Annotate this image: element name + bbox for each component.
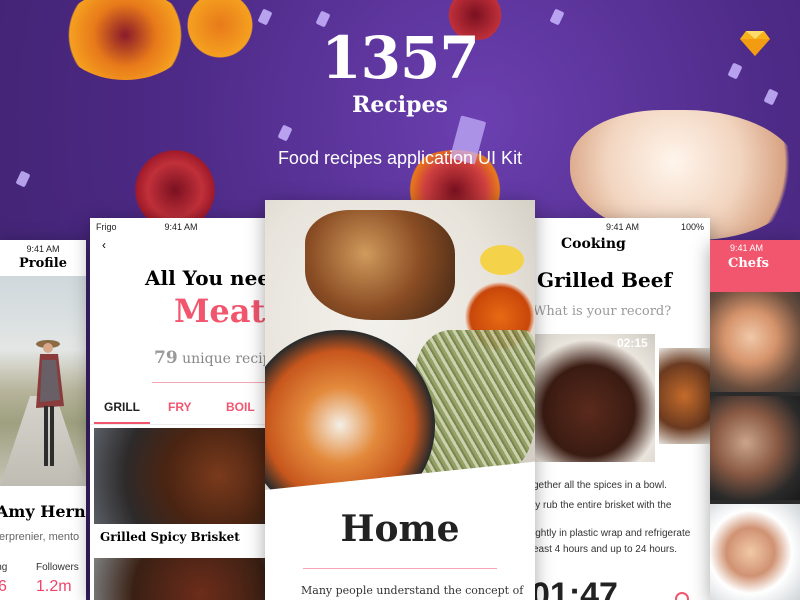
sketch-gem-icon	[740, 31, 770, 56]
followers-count: 1.2m	[36, 578, 72, 595]
back-button[interactable]: ‹	[102, 238, 106, 252]
tab-boil[interactable]: BOIL	[226, 400, 255, 414]
screen-title: Cooking	[561, 236, 626, 252]
dish-image	[535, 334, 655, 462]
status-battery: 100%	[680, 222, 704, 232]
chef-portrait[interactable]	[710, 396, 800, 500]
intro-paragraph: Many people understand the concept of	[301, 584, 524, 597]
status-time: 9:41 AM	[26, 244, 60, 254]
following-count: 6	[0, 578, 7, 595]
record-question: What is your record?	[535, 304, 672, 319]
hero-subtitle: Recipes	[352, 92, 448, 118]
cooking-screen: 9:41 AM 100% Cooking Grilled Beef What i…	[535, 218, 710, 600]
step-text: gether all the spices in a bowl.	[535, 480, 667, 491]
recipe-count-text: unique recipes	[182, 351, 272, 367]
active-tab-indicator	[94, 422, 150, 424]
dish-title: Grilled Beef	[537, 268, 673, 292]
tab-grill[interactable]: GRILL	[104, 400, 140, 414]
status-time: 9:41 AM	[164, 222, 198, 232]
method-tabs: GRILL FRY BOIL	[90, 394, 272, 425]
following-label: ing	[0, 562, 8, 573]
hero-tagline: Food recipes application UI Kit	[277, 148, 523, 168]
hero-food-photo	[265, 200, 535, 520]
profile-photo	[0, 276, 86, 486]
recipe-count-label: 79 unique recipes	[154, 348, 272, 368]
cooking-timer: 01:47	[535, 576, 618, 600]
tab-fry[interactable]: FRY	[168, 400, 192, 414]
recipe-title[interactable]: Grilled Spicy Brisket	[100, 530, 240, 544]
lemon-image	[480, 245, 524, 275]
woman-figure	[36, 340, 64, 466]
chef-portrait[interactable]	[710, 504, 800, 600]
toast-image	[305, 210, 455, 320]
status-time: 9:41 AM	[730, 243, 764, 253]
profile-bio: terprenier, mento	[0, 531, 80, 543]
step-text: ly rub the entire brisket with the	[535, 500, 672, 511]
profile-screen: 9:41 AM Profile Amy Hernan terprenier, m…	[0, 240, 86, 600]
screen-title: Chefs	[728, 256, 769, 271]
recipe-image[interactable]	[94, 558, 272, 600]
recipe-image[interactable]	[94, 428, 272, 524]
followers-label[interactable]: Followers	[36, 562, 79, 573]
recipe-count: 1357	[321, 24, 479, 92]
category-title: Meat	[174, 292, 266, 330]
divider	[152, 382, 272, 383]
timer-badge: 02:15	[617, 336, 648, 350]
category-heading: All You need i	[145, 266, 272, 290]
chefs-screen: 9:41 AM Chefs	[710, 240, 800, 600]
divider	[303, 568, 497, 569]
profile-name: Amy Hernan	[0, 502, 86, 521]
chef-portrait[interactable]	[710, 292, 800, 392]
recipe-count-number: 79	[154, 348, 178, 368]
dish-image	[659, 348, 710, 444]
screen-title: Profile	[19, 256, 67, 271]
step-text: east 4 hours and up to 24 hours.	[535, 544, 677, 555]
home-screen: Home Many people understand the concept …	[265, 200, 535, 600]
record-button[interactable]	[675, 592, 689, 600]
page-title: Home	[340, 508, 460, 550]
step-text: ightly in plastic wrap and refrigerate	[535, 528, 691, 539]
meat-category-screen: Frigo 9:41 AM ‹ All You need i Meat 79 u…	[90, 218, 272, 600]
